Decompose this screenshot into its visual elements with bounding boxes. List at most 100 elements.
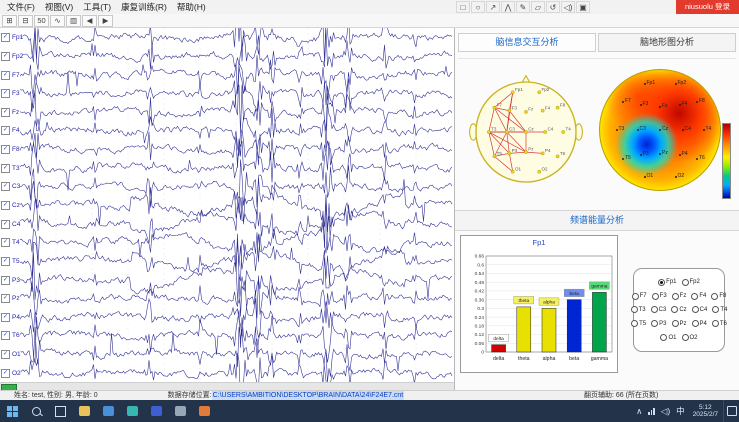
ime-indicator[interactable]: 中 bbox=[673, 405, 688, 417]
start-button[interactable] bbox=[0, 400, 24, 422]
channel-checkbox-o2[interactable]: ✓ bbox=[1, 369, 10, 378]
system-tray: ∧ ◁) 中 5:12 2025/2/7 bbox=[633, 400, 739, 422]
prev-page-button[interactable]: ◀ bbox=[82, 15, 97, 27]
svg-text:O1: O1 bbox=[515, 166, 522, 171]
channel-checkbox-t3[interactable]: ✓ bbox=[1, 164, 10, 173]
menu-help[interactable]: 帮助(H) bbox=[172, 1, 211, 13]
svg-text:0.66: 0.66 bbox=[475, 254, 485, 260]
channel-checkbox-f7[interactable]: ✓ bbox=[1, 71, 10, 80]
channel-checkbox-f3[interactable]: ✓ bbox=[1, 89, 10, 98]
montage-button[interactable]: ⊞ bbox=[2, 15, 17, 27]
eeg-scrollbar[interactable] bbox=[0, 382, 454, 390]
search-button[interactable] bbox=[24, 400, 48, 422]
radio-o1[interactable]: O1 bbox=[660, 334, 676, 341]
spectrum-analysis-header[interactable]: 频谱能量分析 bbox=[455, 210, 739, 231]
channel-checkbox-c4[interactable]: ✓ bbox=[1, 220, 10, 229]
channel-row-c4: ✓C4 bbox=[1, 220, 20, 229]
taskbar-clock[interactable]: 5:12 2025/2/7 bbox=[688, 404, 723, 419]
radio-t6[interactable]: T6 bbox=[712, 320, 727, 327]
channel-checkbox-c3[interactable]: ✓ bbox=[1, 182, 10, 191]
radio-t5[interactable]: T5 bbox=[631, 320, 646, 327]
speaker-icon[interactable]: ◁) bbox=[658, 406, 673, 417]
data-path-label: 数据存储位置: bbox=[168, 391, 212, 400]
connectivity-map: Fp1Fp2F7F3FzF4F8T3C3CzC4T4T5P3PzP4T6O1O2 bbox=[467, 72, 585, 192]
topo-electrode-c4 bbox=[682, 129, 684, 131]
radio-cz[interactable]: Cz bbox=[671, 306, 686, 313]
radio-p4[interactable]: P4 bbox=[692, 320, 707, 327]
channel-checkbox-fp2[interactable]: ✓ bbox=[1, 52, 10, 61]
caliper-tool[interactable]: ⋀ bbox=[501, 1, 515, 13]
radio-c3[interactable]: C3 bbox=[651, 306, 667, 313]
channel-label: Fz bbox=[12, 109, 19, 116]
radio-f8[interactable]: F8 bbox=[711, 293, 726, 300]
channel-label: T5 bbox=[12, 258, 20, 265]
radio-c4[interactable]: C4 bbox=[692, 306, 708, 313]
taskbar-app-app-gray[interactable] bbox=[168, 400, 192, 422]
topo-electrode-label: F4 bbox=[682, 102, 688, 107]
radio-t3[interactable]: T3 bbox=[631, 306, 646, 313]
taskbar-app-app-indigo[interactable] bbox=[144, 400, 168, 422]
channel-checkbox-f4[interactable]: ✓ bbox=[1, 126, 10, 135]
tray-expand-icon[interactable]: ∧ bbox=[633, 406, 645, 417]
menu-rehab[interactable]: 康复训练(R) bbox=[116, 1, 172, 13]
next-page-button[interactable]: ▶ bbox=[98, 15, 113, 27]
pencil-tool[interactable]: ✎ bbox=[516, 1, 530, 13]
taskbar-app-browser[interactable] bbox=[96, 400, 120, 422]
channel-checkbox-f8[interactable]: ✓ bbox=[1, 145, 10, 154]
network-icon[interactable] bbox=[645, 408, 658, 415]
radio-o2[interactable]: O2 bbox=[682, 334, 698, 341]
channel-checkbox-o1[interactable]: ✓ bbox=[1, 350, 10, 359]
topo-electrode-label: O2 bbox=[678, 174, 685, 179]
menu-tools[interactable]: 工具(T) bbox=[78, 1, 116, 13]
channel-checkbox-fz[interactable]: ✓ bbox=[1, 108, 10, 117]
speaker-tool[interactable]: ◁) bbox=[561, 1, 575, 13]
channel-checkbox-cz[interactable]: ✓ bbox=[1, 201, 10, 210]
svg-text:F3: F3 bbox=[512, 105, 518, 110]
notification-button[interactable] bbox=[723, 400, 739, 422]
radio-t4[interactable]: T4 bbox=[712, 306, 727, 313]
channel-checkbox-p4[interactable]: ✓ bbox=[1, 313, 10, 322]
radio-fz[interactable]: Fz bbox=[672, 293, 687, 300]
menu-file[interactable]: 文件(F) bbox=[2, 1, 40, 13]
task-view-button[interactable] bbox=[48, 400, 72, 422]
channel-checkbox-t4[interactable]: ✓ bbox=[1, 238, 10, 247]
eraser-tool[interactable]: ▱ bbox=[531, 1, 545, 13]
channel-checkbox-p3[interactable]: ✓ bbox=[1, 276, 10, 285]
channel-label: P4 bbox=[12, 314, 20, 321]
tab-brain-interaction-analysis[interactable]: 脑信息交互分析 bbox=[458, 33, 596, 52]
arrow-tool[interactable]: ↗ bbox=[486, 1, 500, 13]
channel-checkbox-fp1[interactable]: ✓ bbox=[1, 33, 10, 42]
grid-button[interactable]: ▥ bbox=[66, 15, 81, 27]
taskbar-app-file-explorer[interactable] bbox=[72, 400, 96, 422]
circle-tool[interactable]: ○ bbox=[471, 1, 485, 13]
radio-f4[interactable]: F4 bbox=[691, 293, 706, 300]
channel-checkbox-t6[interactable]: ✓ bbox=[1, 331, 10, 340]
app-gray-icon bbox=[175, 406, 186, 416]
page-layout-button[interactable]: ⊟ bbox=[18, 15, 33, 27]
svg-text:alpha: alpha bbox=[543, 300, 555, 306]
undo-tool[interactable]: ↺ bbox=[546, 1, 560, 13]
wave-mode-button[interactable]: ∿ bbox=[50, 15, 65, 27]
topo-electrode-label: T6 bbox=[699, 156, 705, 161]
tab-brain-topography-analysis[interactable]: 脑地形图分析 bbox=[598, 33, 736, 52]
radio-f3[interactable]: F3 bbox=[652, 293, 667, 300]
rect-tool[interactable]: □ bbox=[456, 1, 470, 13]
login-button[interactable]: niusuolu 登录 bbox=[676, 0, 739, 14]
channel-checkbox-pz[interactable]: ✓ bbox=[1, 294, 10, 303]
radio-f7[interactable]: F7 bbox=[632, 293, 647, 300]
radio-fp2[interactable]: Fp2 bbox=[682, 279, 700, 286]
channel-row-t6: ✓T6 bbox=[1, 331, 20, 340]
sensitivity-button[interactable]: 50 bbox=[34, 15, 49, 27]
topo-electrode-label: Fp1 bbox=[647, 81, 656, 86]
radio-fp1[interactable]: Fp1 bbox=[658, 279, 676, 286]
spectrum-bar-chart: 00.060.120.180.240.30.360.420.480.540.60… bbox=[461, 249, 617, 371]
radio-p3[interactable]: P3 bbox=[651, 320, 666, 327]
menu-view[interactable]: 视图(V) bbox=[40, 1, 78, 13]
eeg-panel[interactable]: ✓Fp1✓Fp2✓F7✓F3✓Fz✓F4✓F8✓T3✓C3✓Cz✓C4✓T4✓T… bbox=[0, 28, 454, 382]
taskbar-app-app-teal[interactable] bbox=[120, 400, 144, 422]
marker-tool[interactable]: ▣ bbox=[576, 1, 590, 13]
channel-checkbox-t5[interactable]: ✓ bbox=[1, 257, 10, 266]
radio-pz[interactable]: Pz bbox=[672, 320, 687, 327]
clock-time: 5:12 bbox=[693, 404, 718, 412]
taskbar-app-app-orange[interactable] bbox=[192, 400, 216, 422]
